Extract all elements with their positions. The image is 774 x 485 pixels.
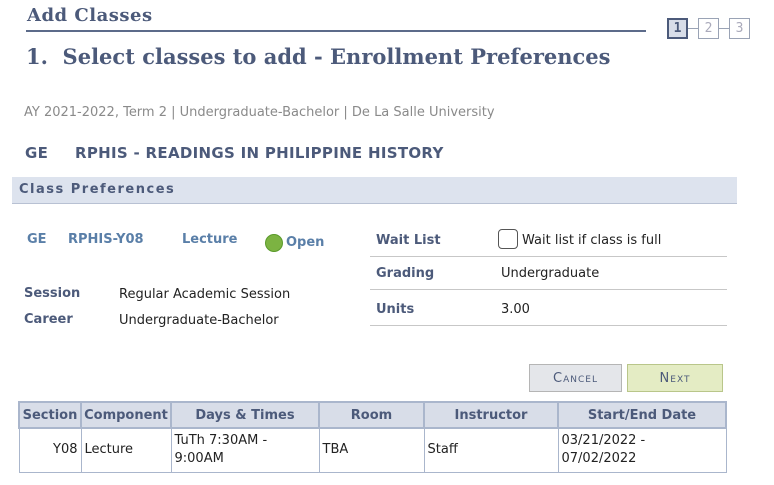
- next-button-label: Next: [659, 370, 691, 386]
- cell-component: Lecture: [80, 427, 172, 473]
- row-divider: [370, 325, 727, 326]
- course-heading: GE RPHIS - READINGS IN PHILIPPINE HISTORY: [25, 144, 444, 162]
- cell-instructor: Staff: [423, 427, 559, 473]
- step-3: 3: [729, 18, 750, 39]
- wait-list-checkbox-label[interactable]: Wait list if class is full: [522, 233, 661, 248]
- cell-start-end-date: 03/21/2022 - 07/02/2022: [557, 427, 727, 473]
- column-header-section: Section: [18, 401, 82, 429]
- cell-days-times: TuTh 7:30AM - 9:00AM: [170, 427, 320, 473]
- cancel-button[interactable]: Cancel: [529, 364, 622, 392]
- column-header-room: Room: [318, 401, 425, 429]
- session-label: Session: [24, 286, 81, 301]
- table-row: Y08 Lecture TuTh 7:30AM - 9:00AM TBA Sta…: [18, 427, 727, 473]
- step-indicator: 1 2 3: [667, 18, 750, 39]
- row-divider: [370, 256, 727, 257]
- career-label: Career: [24, 312, 73, 327]
- step-1: 1: [667, 18, 688, 39]
- table-header-row: Section Component Days & Times Room Inst…: [18, 401, 727, 429]
- class-preferences-header: Class Preferences: [12, 177, 737, 204]
- wait-list-checkbox[interactable]: [498, 229, 518, 249]
- column-header-days-times: Days & Times: [170, 401, 320, 429]
- row-divider: [370, 289, 727, 290]
- course-subject: GE: [25, 144, 49, 162]
- header-divider: [26, 30, 646, 32]
- cell-room: TBA: [318, 427, 425, 473]
- grading-label: Grading: [376, 266, 435, 281]
- step-2: 2: [698, 18, 719, 39]
- class-component: Lecture: [182, 232, 238, 247]
- career-value: Undergraduate-Bachelor: [119, 313, 279, 328]
- grading-value: Undergraduate: [501, 266, 600, 281]
- units-label: Units: [376, 302, 415, 317]
- step-connector: [688, 28, 698, 29]
- units-value: 3.00: [501, 302, 530, 317]
- step-connector: [719, 28, 729, 29]
- column-header-instructor: Instructor: [423, 401, 559, 429]
- class-code: RPHIS-Y08: [68, 232, 144, 247]
- term-info: AY 2021-2022, Term 2 | Undergraduate-Bac…: [24, 105, 495, 120]
- cancel-button-label: Cancel: [553, 370, 598, 386]
- next-button[interactable]: Next: [627, 364, 723, 392]
- page-title: 1. Select classes to add - Enrollment Pr…: [26, 44, 611, 69]
- class-status: Open: [286, 235, 325, 250]
- open-status-icon: [265, 234, 283, 252]
- section-title: Class Preferences: [19, 182, 176, 197]
- cell-section: Y08: [18, 427, 82, 473]
- course-title: RPHIS - READINGS IN PHILIPPINE HISTORY: [75, 144, 444, 162]
- column-header-start-end-date: Start/End Date: [557, 401, 727, 429]
- class-subject: GE: [27, 232, 47, 247]
- class-schedule-table: Section Component Days & Times Room Inst…: [18, 401, 727, 473]
- wait-list-label: Wait List: [376, 233, 441, 248]
- page-header: Add Classes: [27, 5, 153, 26]
- session-value: Regular Academic Session: [119, 287, 291, 302]
- column-header-component: Component: [80, 401, 172, 429]
